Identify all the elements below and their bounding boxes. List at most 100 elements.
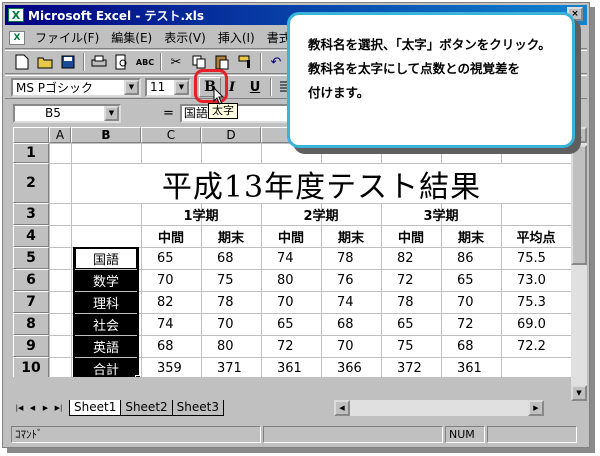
subject-cell[interactable]: 合計 (75, 358, 137, 377)
column-header[interactable]: B (71, 127, 141, 143)
print-preview-icon[interactable] (111, 52, 133, 72)
average-cell[interactable]: 72.2 (501, 335, 571, 357)
average-cell[interactable] (501, 357, 571, 377)
score-cell[interactable]: 68 (141, 335, 201, 357)
vertical-scroll-thumb[interactable] (571, 145, 587, 265)
score-cell[interactable]: 70 (441, 291, 501, 313)
score-cell[interactable]: 82 (381, 247, 441, 269)
row-header[interactable]: 4 (13, 225, 49, 247)
score-cell[interactable]: 74 (321, 291, 381, 313)
subject-cell[interactable]: 数学 (75, 270, 137, 291)
spellcheck-icon[interactable]: ABC (134, 52, 156, 72)
fill-handle[interactable] (135, 375, 141, 377)
scroll-right-icon[interactable]: ▶ (527, 399, 544, 416)
last-sheet-icon[interactable]: ▶| (52, 400, 65, 415)
average-cell[interactable]: 75.3 (501, 291, 571, 313)
prev-sheet-icon[interactable]: ◀ (26, 400, 39, 415)
score-cell[interactable]: 70 (201, 313, 261, 335)
score-cell[interactable]: 75 (381, 335, 441, 357)
underline-button[interactable]: U (244, 77, 266, 97)
chevron-down-icon[interactable]: ▼ (174, 79, 189, 95)
average-cell[interactable]: 69.0 (501, 313, 571, 335)
score-cell[interactable]: 78 (381, 291, 441, 313)
score-cell[interactable]: 65 (381, 313, 441, 335)
score-cell[interactable]: 372 (381, 357, 441, 377)
score-cell[interactable]: 371 (201, 357, 261, 377)
paste-icon[interactable] (211, 52, 233, 72)
score-cell[interactable]: 361 (441, 357, 501, 377)
score-cell[interactable]: 78 (321, 247, 381, 269)
score-cell[interactable]: 68 (441, 335, 501, 357)
row-header[interactable]: 6 (13, 269, 49, 291)
score-cell[interactable]: 78 (201, 291, 261, 313)
font-name-combo[interactable]: MS Pゴシック ▼ (11, 77, 141, 97)
row-header[interactable]: 1 (13, 143, 49, 163)
scroll-left-icon[interactable]: ◀ (333, 399, 350, 416)
undo-icon[interactable]: ↶ (265, 52, 287, 72)
score-cell[interactable]: 76 (321, 269, 381, 291)
score-cell[interactable]: 70 (321, 335, 381, 357)
score-cell[interactable]: 68 (321, 313, 381, 335)
first-sheet-icon[interactable]: |◀ (13, 400, 26, 415)
row-header[interactable]: 3 (13, 203, 49, 225)
score-cell[interactable]: 70 (261, 291, 321, 313)
row-header[interactable]: 9 (13, 335, 49, 357)
score-cell[interactable]: 65 (141, 247, 201, 269)
subject-cell[interactable]: 社会 (75, 314, 137, 335)
sheet-tab-1[interactable]: Sheet1 (69, 399, 122, 416)
subject-cell[interactable]: 国語 (75, 248, 137, 269)
chevron-down-icon[interactable]: ▼ (124, 79, 139, 95)
workbook-icon[interactable]: X (9, 30, 25, 45)
copy-icon[interactable] (188, 52, 210, 72)
column-header[interactable]: D (201, 127, 261, 143)
column-header[interactable]: C (141, 127, 201, 143)
menu-file[interactable]: ファイル(F) (29, 28, 105, 48)
score-cell[interactable]: 74 (261, 247, 321, 269)
scroll-down-icon[interactable]: ▼ (571, 385, 587, 401)
score-cell[interactable]: 82 (141, 291, 201, 313)
score-cell[interactable]: 68 (201, 247, 261, 269)
score-cell[interactable]: 72 (441, 313, 501, 335)
score-cell[interactable]: 75 (201, 269, 261, 291)
menu-edit[interactable]: 編集(E) (105, 28, 158, 48)
font-size-combo[interactable]: 11 ▼ (145, 77, 191, 97)
row-header[interactable]: 8 (13, 313, 49, 335)
vertical-scrollbar[interactable]: ▲ ▼ (571, 127, 587, 401)
column-header[interactable]: A (49, 127, 71, 143)
sheet-tab-2[interactable]: Sheet2 (120, 399, 173, 416)
menu-view[interactable]: 表示(V) (158, 28, 212, 48)
row-header[interactable]: 7 (13, 291, 49, 313)
sheet-tab-3[interactable]: Sheet3 (171, 399, 224, 416)
save-icon[interactable] (57, 52, 79, 72)
average-cell[interactable]: 73.0 (501, 269, 571, 291)
score-cell[interactable]: 86 (441, 247, 501, 269)
score-cell[interactable]: 359 (141, 357, 201, 377)
average-cell[interactable]: 75.5 (501, 247, 571, 269)
score-cell[interactable]: 366 (321, 357, 381, 377)
score-cell[interactable]: 72 (261, 335, 321, 357)
score-cell[interactable]: 74 (141, 313, 201, 335)
score-cell[interactable]: 80 (201, 335, 261, 357)
chevron-down-icon[interactable]: ▼ (104, 105, 119, 121)
score-cell[interactable]: 72 (381, 269, 441, 291)
subject-cell[interactable]: 理科 (75, 292, 137, 313)
name-box[interactable]: B5 ▼ (13, 103, 121, 123)
row-header[interactable]: 2 (13, 163, 49, 203)
subject-cell[interactable]: 英語 (75, 336, 137, 357)
score-cell[interactable]: 80 (261, 269, 321, 291)
new-file-icon[interactable] (11, 52, 33, 72)
next-sheet-icon[interactable]: ▶ (39, 400, 52, 415)
score-cell[interactable]: 65 (261, 313, 321, 335)
menu-insert[interactable]: 挿入(I) (212, 28, 261, 48)
row-header[interactable]: 5 (13, 247, 49, 269)
row-header[interactable]: 10 (13, 357, 49, 377)
score-cell[interactable]: 65 (441, 269, 501, 291)
horizontal-scrollbar[interactable]: ◀ ▶ (333, 399, 544, 416)
print-icon[interactable] (88, 52, 110, 72)
select-all-corner[interactable] (13, 127, 49, 143)
score-cell[interactable]: 70 (141, 269, 201, 291)
open-folder-icon[interactable] (34, 52, 56, 72)
cut-icon[interactable]: ✂ (165, 52, 187, 72)
score-cell[interactable]: 361 (261, 357, 321, 377)
worksheet-grid[interactable]: ABCDE123456789101112平成13年度テスト結果1学期2学期3学期… (13, 127, 571, 377)
